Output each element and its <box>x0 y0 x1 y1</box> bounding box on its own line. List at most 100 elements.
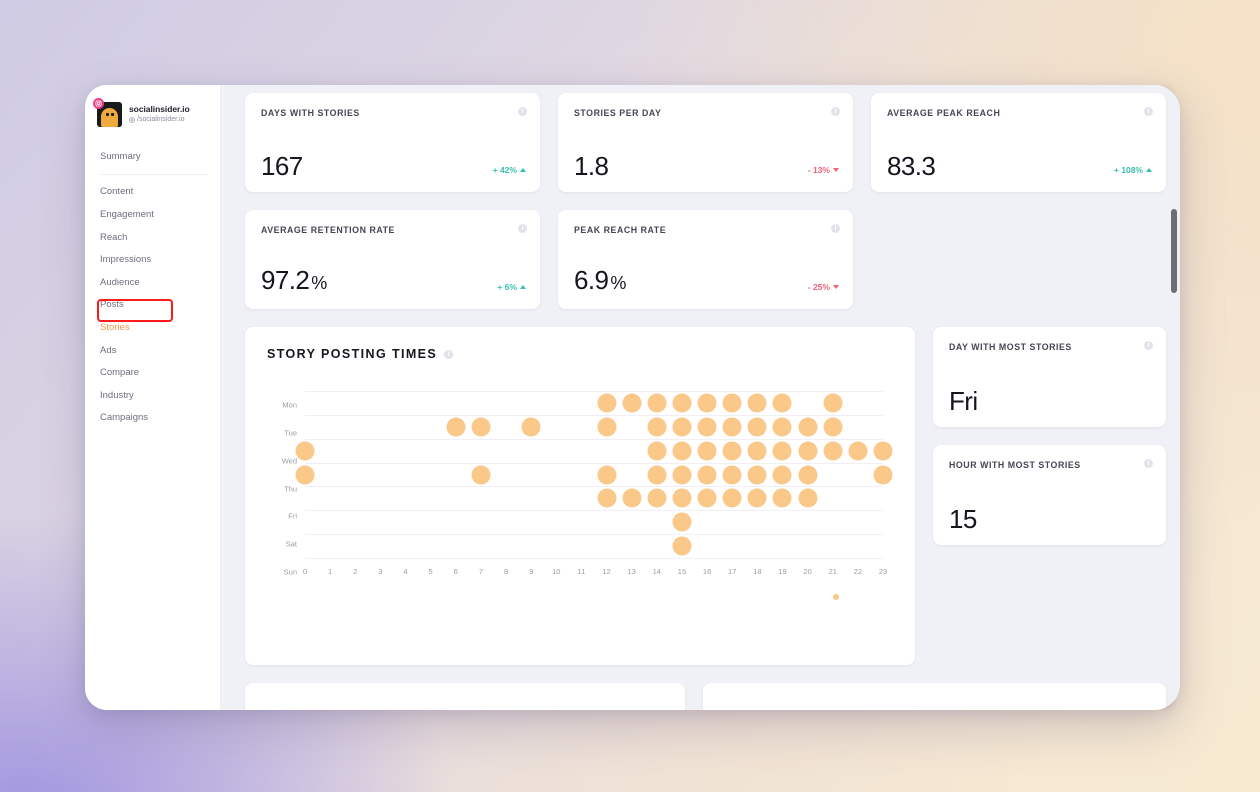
chart-bubble[interactable] <box>647 441 667 461</box>
scrollbar-track[interactable] <box>1171 85 1178 710</box>
chart-bubble[interactable] <box>521 417 541 437</box>
info-icon[interactable]: i <box>1144 459 1153 468</box>
chart-bubble[interactable] <box>873 441 893 461</box>
chart-bubble[interactable] <box>772 441 792 461</box>
kpi-row-primary: DAYS WITH STORIES i 167 + 42% STORIES PER DA… <box>245 93 1166 192</box>
chart-bubble[interactable] <box>772 488 792 508</box>
chart-bubble[interactable] <box>471 417 491 437</box>
chart-gridline <box>305 534 883 536</box>
chart-bubble[interactable] <box>647 488 667 508</box>
sidebar-item-audience[interactable]: Audience <box>85 271 220 294</box>
kpi-value: 6.9% <box>574 266 626 297</box>
y-axis-label: Mon <box>282 400 297 410</box>
chart-bubble[interactable] <box>597 417 617 437</box>
chart-bubble[interactable] <box>697 417 717 437</box>
info-icon[interactable]: i <box>518 107 527 116</box>
chart-bubble[interactable] <box>722 488 742 508</box>
kpi-card: PEAK REACH RATE i 6.9% - 25% <box>557 210 853 309</box>
sidebar-item-industry[interactable]: Industry <box>85 384 220 407</box>
kpi-delta-text: + 108% <box>1113 165 1143 175</box>
chart-bubble[interactable] <box>722 465 742 484</box>
chart-bubble[interactable] <box>772 417 792 437</box>
x-axis-tick: 23 <box>878 567 888 576</box>
chart-bubble[interactable] <box>823 417 843 437</box>
chart-bubble[interactable] <box>823 393 843 413</box>
info-icon[interactable]: i <box>1144 107 1153 116</box>
sidebar-item-reach[interactable]: Reach <box>85 226 220 249</box>
side-stat-title: HOUR WITH MOST STORIES <box>949 460 1081 470</box>
chart-bubble[interactable] <box>597 393 617 413</box>
chart-bubble[interactable] <box>798 465 818 484</box>
chart-bubble[interactable] <box>823 441 843 461</box>
chart-bubble[interactable] <box>622 393 642 413</box>
chart-bubble[interactable] <box>798 441 818 461</box>
sidebar-item-ads[interactable]: Ads <box>85 339 220 362</box>
x-axis-tick: 9 <box>529 567 534 576</box>
sidebar-item-impressions[interactable]: Impressions <box>85 248 220 271</box>
chart-bubble[interactable] <box>597 488 617 508</box>
chart-gridline <box>305 414 883 416</box>
scrollbar-thumb[interactable] <box>1171 209 1177 293</box>
kpi-card: AVERAGE RETENTION RATE i 97.2% + 6% <box>245 210 540 309</box>
instagram-icon <box>129 116 135 123</box>
chart-bubble[interactable] <box>747 441 767 461</box>
chart-bubble[interactable] <box>672 488 692 508</box>
chart-bubble[interactable] <box>672 441 692 461</box>
chart-bubble[interactable] <box>471 465 491 484</box>
sidebar-item-engagement[interactable]: Engagement <box>85 203 220 226</box>
chart-bubble[interactable] <box>747 393 767 413</box>
info-icon[interactable]: i <box>1144 341 1153 350</box>
chart-bubble[interactable] <box>747 465 767 484</box>
chart-bubble[interactable] <box>647 465 667 484</box>
info-icon[interactable]: i <box>444 349 454 359</box>
chart-bubble[interactable] <box>647 417 667 437</box>
kpi-delta-text: + 6% <box>497 282 517 292</box>
chart-bubble[interactable] <box>848 441 868 461</box>
chart-bubble[interactable] <box>697 488 717 508</box>
x-axis-tick: 22 <box>853 567 863 576</box>
chart-bubble[interactable] <box>747 488 767 508</box>
bottom-card-left <box>245 683 685 710</box>
chart-bubble[interactable] <box>672 512 692 532</box>
chart-bubble[interactable] <box>295 465 315 484</box>
chart-bubble[interactable] <box>672 393 692 413</box>
sidebar-item-posts[interactable]: Posts <box>85 294 220 317</box>
sidebar-item-stories[interactable]: Stories <box>85 316 220 339</box>
chart-bubble[interactable] <box>772 393 792 413</box>
x-axis-tick: 8 <box>503 567 509 576</box>
chart-bubble[interactable] <box>798 417 818 437</box>
sidebar-item-content[interactable]: Content <box>85 181 220 204</box>
chart-bubble[interactable] <box>873 465 893 484</box>
chart-bubble[interactable] <box>798 488 818 508</box>
info-icon[interactable]: i <box>831 107 840 116</box>
profile-header[interactable]: socialinsider.io /socialinsider.io <box>85 97 220 131</box>
sidebar-item-compare[interactable]: Compare <box>85 361 220 384</box>
chart-bubble[interactable] <box>672 465 692 484</box>
chart-bubble[interactable] <box>722 417 742 437</box>
chart-bubble[interactable] <box>697 441 717 461</box>
chart-bubble[interactable] <box>446 417 466 437</box>
chart-bubble[interactable] <box>722 441 742 461</box>
chart-gridline <box>305 486 883 488</box>
chart-bubble[interactable] <box>672 536 692 556</box>
info-icon[interactable]: i <box>830 224 840 233</box>
story-posting-times-plot: 0 1 2 3 4 5 6 7 8 9 10 11 12 13 14 15 16 17 18 19 20 21 22 23 M… <box>267 391 893 586</box>
sidebar-item-summary[interactable]: Summary <box>85 145 220 168</box>
chart-bubble[interactable] <box>622 488 642 508</box>
chart-bubble[interactable] <box>697 393 717 413</box>
kpi-title: AVERAGE PEAK REACH <box>887 108 1001 118</box>
kpi-delta: + 42% <box>493 165 526 175</box>
chart-bubble[interactable] <box>722 393 742 413</box>
tablet-device-frame: socialinsider.io /socialinsider.io Summa… <box>85 85 1180 710</box>
kpi-row-secondary: AVERAGE RETENTION RATE i 97.2% + 6% PEAK REA… <box>245 210 1166 309</box>
chart-bubble[interactable] <box>747 417 767 437</box>
info-icon[interactable]: i <box>517 224 527 233</box>
chart-bubble[interactable] <box>697 465 717 484</box>
chart-bubble[interactable] <box>597 465 617 484</box>
sidebar-item-campaigns[interactable]: Campaigns <box>85 407 220 430</box>
chart-bubble[interactable] <box>647 393 667 413</box>
chart-bubble[interactable] <box>772 465 792 484</box>
chart-bubble[interactable] <box>672 417 692 437</box>
chart-bubble[interactable] <box>295 441 315 461</box>
kpi-value-number: 6.9 <box>573 265 609 295</box>
